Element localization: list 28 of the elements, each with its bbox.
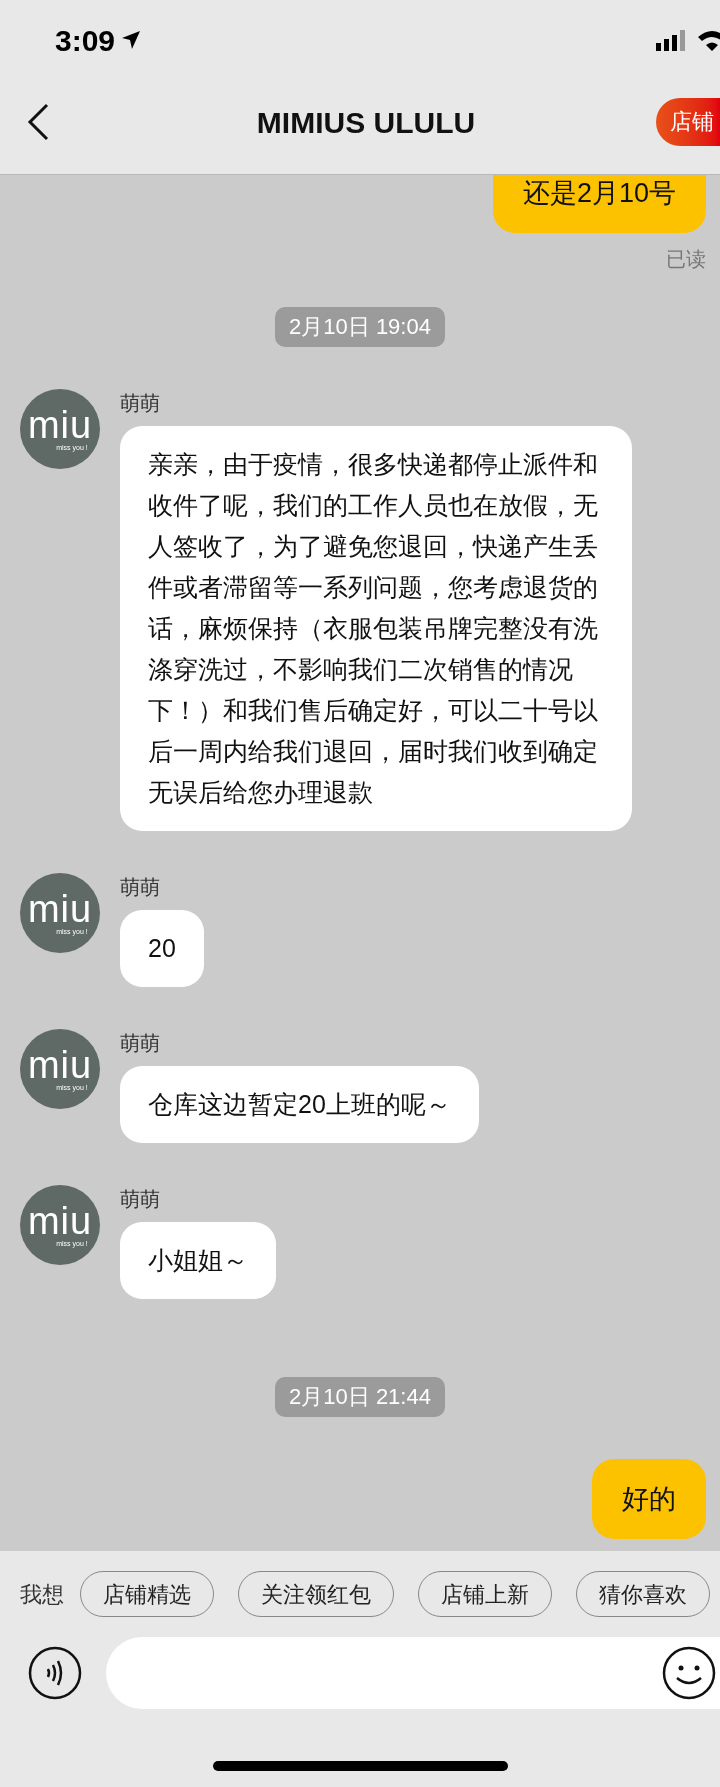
avatar-logo: miu bbox=[27, 1202, 93, 1240]
voice-icon[interactable] bbox=[28, 1646, 82, 1700]
back-chevron-icon bbox=[26, 102, 50, 142]
location-arrow-icon bbox=[121, 30, 142, 50]
smiley-icon[interactable] bbox=[662, 1646, 716, 1700]
message-bubble: 亲亲，由于疫情，很多快递都停止派件和收件了呢，我们的工作人员也在放假，无人签收了，为了避免您退回，快递产生丢件或者滞留等一系列问题，您考虑退货的话，麻烦保持（衣服包装吊牌完整没有洗涤穿洗过，不影响我们二次销售的情况下！）和我们售后确定好，可以二十号以后一周内给我们退回，届时我们收到确定无误后给您办理退款 bbox=[120, 426, 632, 831]
message-bubble: 仓库这边暂定20上班的呢～ bbox=[120, 1066, 479, 1143]
read-status: 已读 bbox=[666, 247, 706, 271]
sender-name: 萌萌 bbox=[120, 875, 160, 899]
wifi-icon bbox=[696, 29, 720, 51]
sender-name: 萌萌 bbox=[120, 1187, 160, 1211]
shop-button[interactable]: 店铺 bbox=[656, 98, 720, 146]
timestamp: 2月10日 21:44 bbox=[275, 1377, 445, 1417]
avatar-logo: miu bbox=[27, 1046, 93, 1084]
sender-name: 萌萌 bbox=[120, 391, 160, 415]
quick-reply-label: 我想 bbox=[20, 1580, 64, 1609]
message-bubble: 好的 bbox=[592, 1459, 706, 1539]
timestamp: 2月10日 19:04 bbox=[275, 307, 445, 347]
message-bubble: 小姐姐～ bbox=[120, 1222, 276, 1299]
avatar-logo: miu bbox=[27, 890, 93, 928]
message-bubble: 还是2月10号 bbox=[492, 175, 706, 233]
sender-name: 萌萌 bbox=[120, 1031, 160, 1055]
message-input[interactable] bbox=[106, 1637, 720, 1709]
message-bubble: 20 bbox=[120, 910, 204, 987]
chat-title: MIMIUS ULULU bbox=[255, 104, 477, 141]
clock-time: 3:09 bbox=[55, 22, 116, 59]
avatar-logo: miu bbox=[27, 406, 93, 444]
signal-icon bbox=[656, 29, 688, 51]
